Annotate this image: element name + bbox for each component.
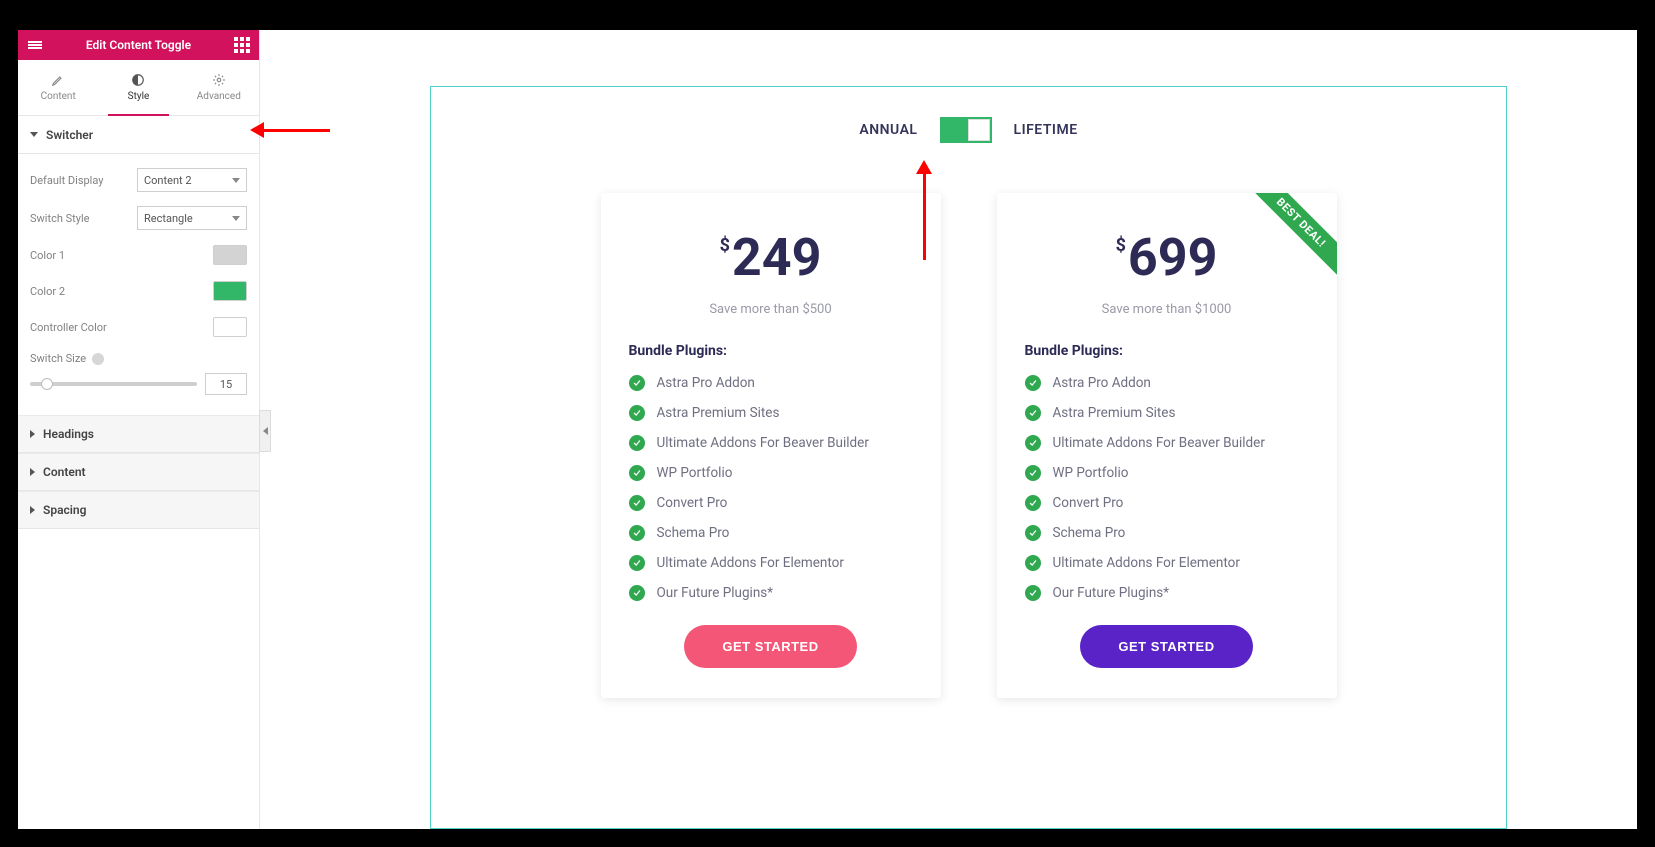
tab-style[interactable]: Style [98, 60, 178, 115]
switch-size-slider[interactable] [30, 382, 197, 386]
section-switcher-label: Switcher [46, 128, 93, 142]
check-icon [629, 375, 645, 391]
features-title: Bundle Plugins: [629, 343, 913, 359]
feature-item: Astra Premium Sites [1025, 405, 1309, 421]
toggle-switch[interactable] [940, 117, 992, 143]
content-toggle: ANNUAL LIFETIME [431, 87, 1506, 153]
apps-icon[interactable] [233, 36, 251, 54]
get-started-button[interactable]: GET STARTED [1080, 625, 1252, 668]
section-spacing-label: Spacing [43, 503, 86, 517]
features-list-b: Astra Pro Addon Astra Premium Sites Ultima… [1025, 375, 1309, 601]
feature-item: Ultimate Addons For Beaver Builder [1025, 435, 1309, 451]
annotation-arrow [250, 122, 330, 138]
tab-style-label: Style [128, 91, 150, 102]
check-icon [629, 525, 645, 541]
features-list-a: Astra Pro Addon Astra Premium Sites Ultima… [629, 375, 913, 601]
check-icon [629, 585, 645, 601]
chevron-down-icon [232, 216, 240, 221]
controller-color-label: Controller Color [30, 321, 107, 334]
feature-item: Schema Pro [1025, 525, 1309, 541]
color2-label: Color 2 [30, 285, 65, 298]
chevron-down-icon [232, 178, 240, 183]
switch-style-label: Switch Style [30, 212, 89, 225]
menu-icon[interactable] [26, 36, 44, 54]
annotation-arrow [916, 160, 932, 260]
toggle-label-left: ANNUAL [859, 122, 917, 138]
feature-item: Our Future Plugins* [1025, 585, 1309, 601]
toggle-label-right: LIFETIME [1014, 122, 1078, 138]
check-icon [1025, 555, 1041, 571]
feature-item: Astra Premium Sites [629, 405, 913, 421]
feature-item: Astra Pro Addon [1025, 375, 1309, 391]
editor-sidebar: Edit Content Toggle Content Style Advanc… [18, 30, 260, 829]
panel-collapse-handle[interactable] [259, 410, 271, 452]
check-icon [1025, 405, 1041, 421]
feature-item: Ultimate Addons For Elementor [629, 555, 913, 571]
feature-item: WP Portfolio [629, 465, 913, 481]
check-icon [1025, 525, 1041, 541]
pricing-card-lifetime: BEST DEAL! $699 Save more than $1000 Bun… [997, 193, 1337, 698]
check-icon [1025, 465, 1041, 481]
check-icon [1025, 375, 1041, 391]
responsive-icon[interactable] [92, 353, 104, 365]
default-display-label: Default Display [30, 174, 103, 187]
check-icon [629, 405, 645, 421]
panel-header: Edit Content Toggle [18, 30, 259, 60]
feature-item: Our Future Plugins* [629, 585, 913, 601]
feature-item: Convert Pro [629, 495, 913, 511]
get-started-button[interactable]: GET STARTED [684, 625, 856, 668]
switch-style-value: Rectangle [144, 212, 193, 225]
tab-content[interactable]: Content [18, 60, 98, 115]
feature-item: Ultimate Addons For Elementor [1025, 555, 1309, 571]
price: $249 [629, 227, 913, 288]
gear-icon [212, 73, 226, 87]
feature-item: WP Portfolio [1025, 465, 1309, 481]
section-content[interactable]: Content [18, 453, 259, 491]
check-icon [629, 555, 645, 571]
editor-canvas: ANNUAL LIFETIME $249 Save more than $500… [260, 30, 1637, 829]
price-subtitle: Save more than $500 [629, 302, 913, 317]
section-headings[interactable]: Headings [18, 415, 259, 453]
controller-color-swatch[interactable] [213, 317, 247, 337]
tab-advanced-label: Advanced [197, 91, 241, 102]
features-title: Bundle Plugins: [1025, 343, 1309, 359]
check-icon [629, 495, 645, 511]
color2-swatch[interactable] [213, 281, 247, 301]
check-icon [1025, 495, 1041, 511]
price-subtitle: Save more than $1000 [1025, 302, 1309, 317]
check-icon [1025, 585, 1041, 601]
color1-label: Color 1 [30, 249, 65, 262]
switch-size-label: Switch Size [30, 352, 86, 365]
pencil-icon [51, 73, 65, 87]
check-icon [629, 465, 645, 481]
canvas-section[interactable]: ANNUAL LIFETIME $249 Save more than $500… [430, 86, 1507, 829]
style-icon [131, 73, 145, 87]
feature-item: Schema Pro [629, 525, 913, 541]
switch-size-input[interactable]: 15 [205, 373, 247, 395]
default-display-select[interactable]: Content 2 [137, 168, 247, 192]
feature-item: Astra Pro Addon [629, 375, 913, 391]
section-switcher[interactable]: Switcher [18, 116, 259, 154]
tab-content-label: Content [41, 91, 76, 102]
tab-advanced[interactable]: Advanced [179, 60, 259, 115]
panel-title: Edit Content Toggle [86, 38, 191, 52]
default-display-value: Content 2 [144, 174, 192, 187]
feature-item: Convert Pro [1025, 495, 1309, 511]
price: $699 [1025, 227, 1309, 288]
switch-style-select[interactable]: Rectangle [137, 206, 247, 230]
section-switcher-body: Default Display Content 2 Switch Style R… [18, 154, 259, 415]
section-spacing[interactable]: Spacing [18, 491, 259, 529]
feature-item: Ultimate Addons For Beaver Builder [629, 435, 913, 451]
section-content-label: Content [43, 465, 86, 479]
pricing-card-annual: $249 Save more than $500 Bundle Plugins:… [601, 193, 941, 698]
color1-swatch[interactable] [213, 245, 247, 265]
panel-tabs: Content Style Advanced [18, 60, 259, 116]
check-icon [1025, 435, 1041, 451]
section-headings-label: Headings [43, 427, 94, 441]
check-icon [629, 435, 645, 451]
